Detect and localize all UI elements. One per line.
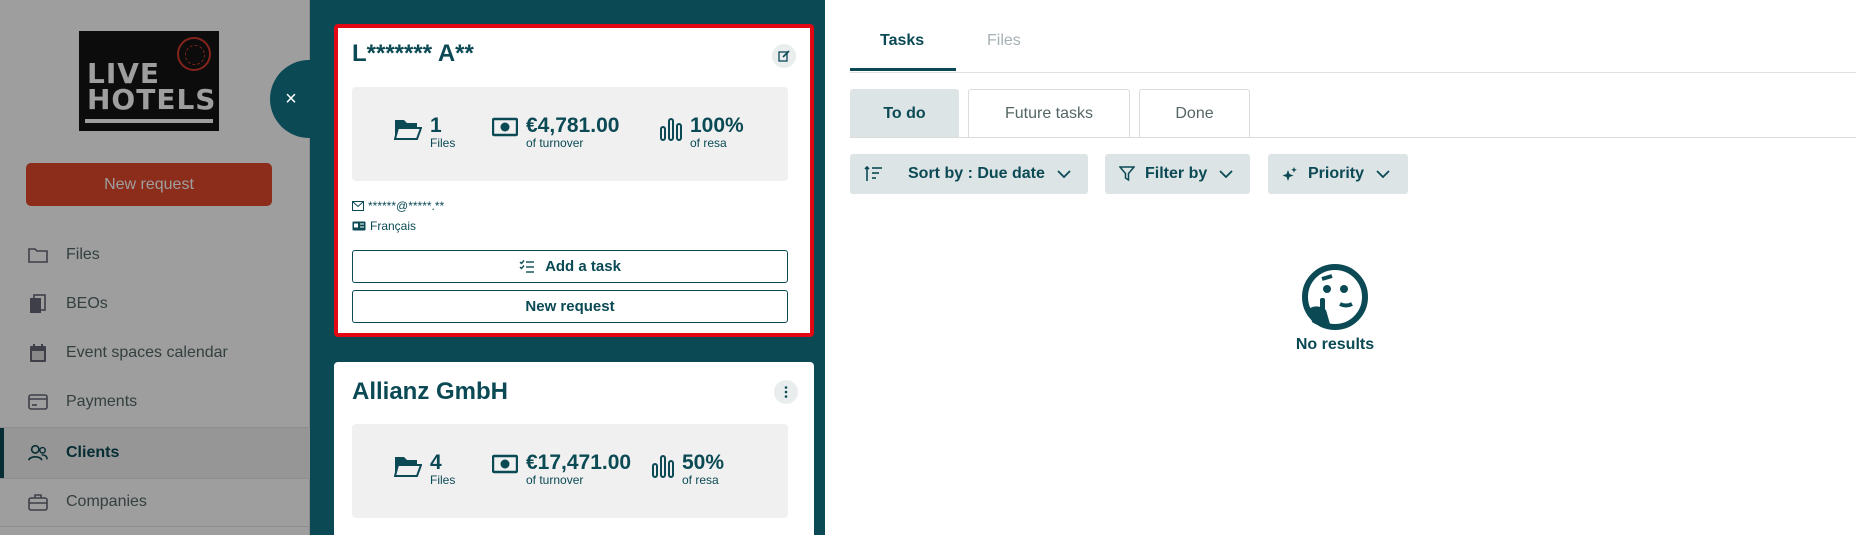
filter-icon	[1119, 166, 1135, 182]
app-root: LIVE HOTELS New request Files BEOs Event…	[0, 0, 1856, 535]
sidebar-item-label: Event spaces calendar	[66, 344, 228, 361]
sidebar-item-clients[interactable]: Clients	[0, 428, 310, 478]
stat-turnover: €17,471.00 of turnover	[491, 451, 632, 487]
client-email-text: ******@*****.**	[368, 199, 445, 213]
sort-label: Sort by : Due date	[908, 165, 1045, 182]
subtab-done[interactable]: Done	[1139, 89, 1250, 138]
subtabs-divider	[850, 137, 1856, 138]
sort-dropdown[interactable]: Sort by : Due date	[850, 154, 1088, 194]
card-new-request-button[interactable]: New request	[352, 290, 788, 323]
close-icon: ×	[285, 87, 297, 110]
client-email[interactable]: ******@*****.**	[352, 199, 444, 213]
sidebar-item-label: Clients	[66, 444, 120, 461]
stat-files: 1 Files	[393, 114, 456, 150]
chevron-down-icon	[1057, 170, 1071, 178]
sparkle-icon	[1282, 166, 1298, 182]
live-hotels-logo[interactable]: LIVE HOTELS	[79, 31, 219, 131]
active-tab-indicator	[850, 68, 956, 71]
tab-files[interactable]: Files	[987, 32, 1021, 50]
priority-label: Priority	[1308, 165, 1365, 182]
logo-underline	[85, 119, 213, 123]
sidebar-item-label: Files	[66, 246, 100, 263]
resa-value: 100%	[690, 114, 744, 137]
sidebar-item-files[interactable]: Files	[0, 231, 310, 279]
client-stats: 4 Files €17,471.00 of turnover 50% of re…	[352, 424, 788, 518]
empty-state: No results	[1270, 262, 1400, 354]
bar-chart-icon	[660, 117, 682, 146]
sidebar-item-companies[interactable]: Companies	[0, 478, 310, 526]
sidebar-item-payments[interactable]: Payments	[0, 378, 310, 426]
add-task-label: Add a task	[545, 258, 621, 275]
priority-dropdown[interactable]: Priority	[1268, 154, 1408, 194]
chevron-down-icon	[1376, 170, 1390, 178]
id-card-icon	[352, 221, 366, 231]
users-icon	[28, 443, 48, 463]
edit-client-button[interactable]	[772, 44, 796, 68]
no-results-text: No results	[1295, 336, 1375, 353]
chevron-down-icon	[1219, 170, 1233, 178]
client-card-selected[interactable]: L******* A** 1 Files €4,781.00 of turnov…	[334, 24, 814, 337]
thinking-face-icon	[1300, 262, 1370, 332]
money-bill-icon	[491, 454, 519, 479]
sidebar-item-event-spaces-calendar[interactable]: Event spaces calendar	[0, 329, 310, 377]
stat-resa: 50% of resa	[652, 452, 724, 486]
bar-chart-icon	[652, 454, 674, 483]
clients-panel: L******* A** 1 Files €4,781.00 of turnov…	[310, 0, 825, 535]
files-count: 1	[430, 114, 442, 137]
turnover-label: of turnover	[526, 473, 584, 487]
subtab-to-do[interactable]: To do	[850, 89, 959, 138]
sidebar-item-beos[interactable]: BEOs	[0, 280, 310, 328]
turnover-label: of turnover	[526, 136, 584, 150]
folder-open-icon	[393, 117, 423, 146]
sidebar-new-request-button[interactable]: New request	[26, 163, 272, 206]
stat-resa: 100% of resa	[660, 115, 744, 149]
sidebar-item-label: Payments	[66, 393, 138, 410]
tabs-divider	[850, 72, 1856, 73]
files-label: Files	[430, 473, 456, 487]
folder-icon	[28, 245, 48, 265]
stat-turnover: €4,781.00 of turnover	[491, 114, 620, 150]
filter-dropdown[interactable]: Filter by	[1105, 154, 1250, 194]
client-name: Allianz GmbH	[352, 378, 509, 405]
briefcase-icon	[28, 492, 48, 512]
files-count: 4	[430, 451, 442, 474]
credit-card-icon	[28, 392, 48, 412]
filter-label: Filter by	[1145, 165, 1208, 182]
client-card[interactable]: Allianz GmbH 4 Files €17,471.00 of turno…	[334, 362, 814, 535]
client-name: L******* A**	[352, 40, 474, 67]
calendar-icon	[28, 343, 48, 363]
files-label: Files	[430, 136, 456, 150]
tasks-panel: Tasks Files To do Future tasks Done Sort…	[825, 0, 1856, 535]
client-language: Français	[352, 219, 416, 233]
client-stats: 1 Files €4,781.00 of turnover 100% of re…	[352, 87, 788, 181]
money-bill-icon	[491, 117, 519, 142]
documents-icon	[28, 294, 48, 314]
stat-files: 4 Files	[393, 451, 456, 487]
sidebar: LIVE HOTELS New request Files BEOs Event…	[0, 0, 310, 535]
sidebar-item-label: Companies	[66, 493, 147, 510]
turnover-value: €17,471.00	[526, 451, 632, 474]
envelope-icon	[352, 201, 364, 211]
tab-tasks[interactable]: Tasks	[880, 32, 924, 50]
client-language-text: Français	[370, 219, 417, 233]
turnover-value: €4,781.00	[526, 114, 620, 137]
subtab-future-tasks[interactable]: Future tasks	[968, 89, 1130, 138]
client-menu-button[interactable]	[774, 380, 798, 404]
add-task-button[interactable]: Add a task	[352, 250, 788, 283]
folder-open-icon	[393, 454, 423, 483]
logo-text: LIVE HOTELS	[87, 57, 217, 116]
sidebar-item-label: BEOs	[66, 295, 108, 312]
sort-icon	[864, 166, 884, 182]
resa-label: of resa	[682, 473, 719, 487]
task-list-icon	[519, 259, 535, 273]
resa-label: of resa	[690, 136, 727, 150]
sidebar-divider	[0, 526, 310, 527]
kebab-menu-icon	[784, 386, 788, 398]
edit-icon	[778, 50, 790, 62]
resa-value: 50%	[682, 451, 725, 474]
